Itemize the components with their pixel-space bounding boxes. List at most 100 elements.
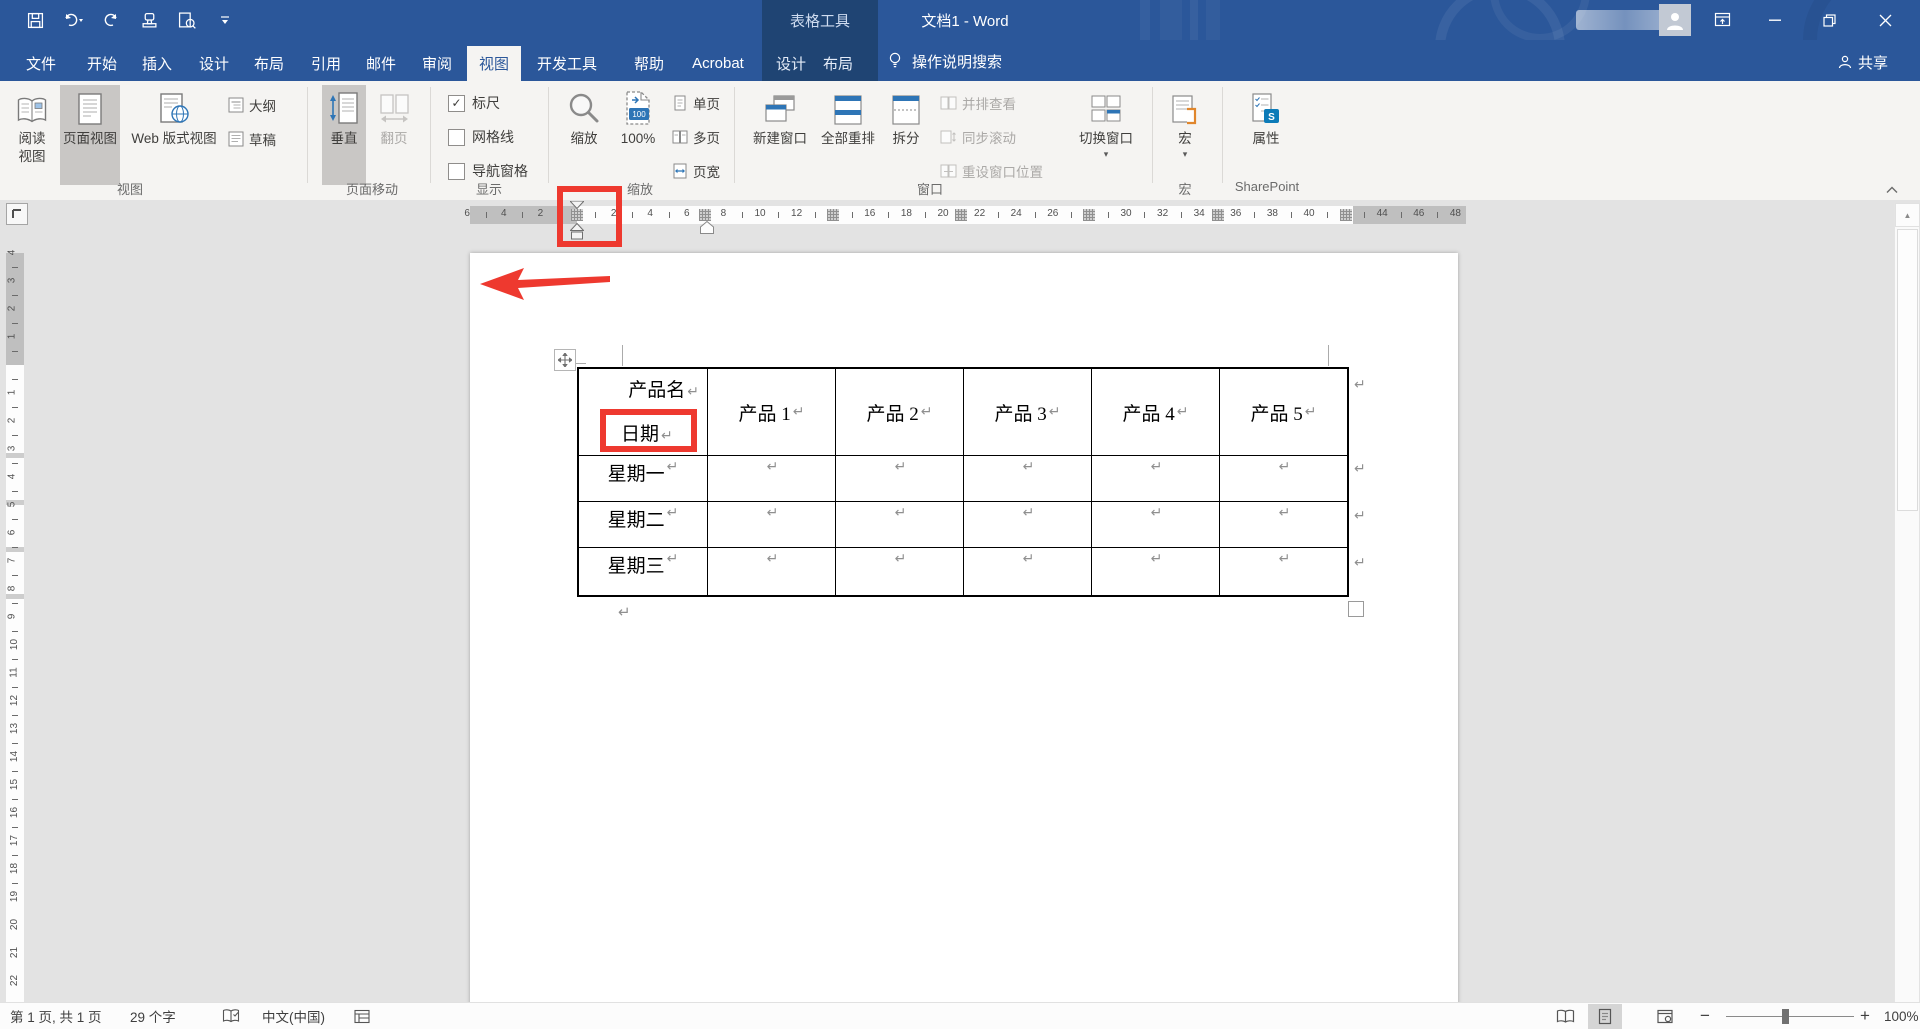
one-page-button[interactable]: 单页 (672, 93, 720, 113)
zoom-slider-handle[interactable] (1782, 1009, 1789, 1024)
avatar[interactable] (1659, 4, 1691, 36)
table-cell-empty[interactable]: ↵ (835, 456, 963, 501)
table-header-cell[interactable]: 产品 1↵ (707, 369, 835, 455)
share-button[interactable]: 共享 (1838, 48, 1888, 76)
split-button[interactable]: 拆分 (884, 85, 928, 148)
page-number-status[interactable]: 第 1 页, 共 1 页 (10, 1003, 102, 1029)
table-header-cell[interactable]: 产品 2↵ (835, 369, 963, 455)
contextual-tab-设计[interactable]: 设计 (764, 46, 818, 81)
ime-status-icon[interactable] (354, 1003, 370, 1029)
table-header-cell[interactable]: 产品 4↵ (1091, 369, 1219, 455)
tab-视图[interactable]: 视图 (467, 46, 521, 81)
collapse-ribbon-icon[interactable] (1886, 181, 1898, 199)
table-cell-empty[interactable]: ↵ (835, 502, 963, 547)
table-row-label-cell[interactable]: 星期三↵ (579, 548, 707, 595)
print-layout-view-button[interactable] (1588, 1004, 1622, 1029)
tell-me-search[interactable]: 操作说明搜索 (888, 46, 1002, 76)
zoom-in-button[interactable]: + (1860, 1003, 1870, 1029)
read-mode-view-button[interactable] (1548, 1004, 1582, 1029)
table-column-marker[interactable] (1212, 209, 1224, 221)
navigation-pane-checkbox-row[interactable]: 导航窗格 (448, 161, 528, 181)
multiple-pages-button[interactable]: 多页 (672, 127, 720, 147)
table-cell-empty[interactable]: ↵ (1091, 456, 1219, 501)
table-header-cell[interactable]: 产品 3↵ (963, 369, 1091, 455)
tab-设计[interactable]: 设计 (187, 46, 241, 81)
table-cell-empty[interactable]: ↵ (835, 548, 963, 595)
horizontal-ruler[interactable]: 6422468101214161820222426283032343638404… (0, 206, 1920, 224)
redo-icon[interactable] (100, 7, 122, 33)
tab-帮助[interactable]: 帮助 (622, 46, 676, 81)
table-cell-empty[interactable]: ↵ (1091, 502, 1219, 547)
ruler-checkbox[interactable]: ✓ (448, 95, 465, 112)
tab-邮件[interactable]: 邮件 (354, 46, 408, 81)
switch-windows-button[interactable]: 切换窗口 ▾ (1072, 85, 1140, 159)
vertical-ruler[interactable]: 432112345678910111213141516171819202122 (6, 200, 24, 1002)
sharepoint-properties-button[interactable]: S 属性 (1244, 85, 1288, 148)
tab-开发工具[interactable]: 开发工具 (525, 46, 609, 81)
table-cell-empty[interactable]: ↵ (963, 502, 1091, 547)
table-column-marker[interactable] (1340, 209, 1352, 221)
read-mode-button[interactable]: 阅读视图 (8, 85, 56, 166)
zoom-level-status[interactable]: 100% (1884, 1003, 1919, 1029)
restore-button[interactable] (1806, 0, 1852, 40)
table-column-marker[interactable] (955, 209, 967, 221)
tab-开始[interactable]: 开始 (75, 46, 129, 81)
draft-view-button[interactable]: 草稿 (228, 129, 276, 149)
table-column-marker[interactable] (699, 209, 711, 221)
table-cell-empty[interactable]: ↵ (1219, 502, 1347, 547)
print-layout-button[interactable]: 页面视图 (60, 85, 120, 185)
tab-布局[interactable]: 布局 (242, 46, 296, 81)
scrollbar-thumb[interactable] (1897, 229, 1918, 511)
page-width-button[interactable]: 页宽 (672, 161, 720, 181)
zoom-100-button[interactable]: 100 100% (612, 85, 664, 148)
customize-qat-icon[interactable] (214, 7, 236, 33)
scroll-up-icon[interactable]: ▲ (1895, 203, 1920, 227)
table-cell-empty[interactable]: ↵ (707, 548, 835, 595)
ribbon-display-options-icon[interactable] (1708, 8, 1736, 32)
table-cell-empty[interactable]: ↵ (707, 502, 835, 547)
table-resize-handle[interactable] (1348, 601, 1364, 617)
web-layout-button[interactable]: Web 版式视图 (124, 85, 224, 148)
new-window-button[interactable]: 新建窗口 (748, 85, 812, 148)
macros-button[interactable]: 宏 ▾ (1162, 85, 1208, 159)
save-icon[interactable] (24, 7, 46, 33)
tab-插入[interactable]: 插入 (130, 46, 184, 81)
table-row-label-cell[interactable]: 星期一↵ (579, 456, 707, 501)
zoom-button[interactable]: 缩放 (560, 85, 608, 148)
stamp-icon[interactable] (138, 7, 160, 33)
tab-引用[interactable]: 引用 (299, 46, 353, 81)
right-indent-marker[interactable] (700, 221, 714, 234)
vertical-scrollbar[interactable]: ▲ (1894, 203, 1919, 1002)
document-table[interactable]: 产品名↵日期↵产品 1↵产品 2↵产品 3↵产品 4↵产品 5↵星期一↵↵↵↵↵… (577, 367, 1349, 597)
print-preview-icon[interactable] (176, 7, 198, 33)
undo-icon[interactable] (62, 7, 84, 33)
close-button[interactable] (1862, 0, 1908, 40)
table-column-marker[interactable] (827, 209, 839, 221)
table-column-marker[interactable] (1083, 209, 1095, 221)
minimize-button[interactable] (1752, 0, 1798, 40)
table-header-cell[interactable]: 产品 5↵ (1219, 369, 1347, 455)
ruler-checkbox-row[interactable]: ✓ 标尺 (448, 93, 500, 113)
table-cell-empty[interactable]: ↵ (1219, 456, 1347, 501)
table-cell-empty[interactable]: ↵ (707, 456, 835, 501)
navigation-pane-checkbox[interactable] (448, 163, 465, 180)
word-count-status[interactable]: 29 个字 (130, 1003, 176, 1029)
gridlines-checkbox-row[interactable]: 网格线 (448, 127, 514, 147)
gridlines-checkbox[interactable] (448, 129, 465, 146)
tab-文件[interactable]: 文件 (14, 46, 68, 81)
table-cell-empty[interactable]: ↵ (963, 456, 1091, 501)
table-cell-empty[interactable]: ↵ (963, 548, 1091, 595)
language-status[interactable]: 中文(中国) (262, 1003, 325, 1029)
contextual-tab-布局[interactable]: 布局 (811, 46, 865, 81)
arrange-all-button[interactable]: 全部重排 (816, 85, 880, 148)
tab-Acrobat[interactable]: Acrobat (680, 46, 756, 81)
outline-view-button[interactable]: 大纲 (228, 95, 276, 115)
document-page[interactable]: 产品名↵日期↵产品 1↵产品 2↵产品 3↵产品 4↵产品 5↵星期一↵↵↵↵↵… (470, 253, 1458, 1002)
vertical-page-movement-button[interactable]: 垂直 (322, 85, 366, 185)
tab-审阅[interactable]: 审阅 (410, 46, 464, 81)
table-row-label-cell[interactable]: 星期二↵ (579, 502, 707, 547)
web-layout-view-button[interactable] (1648, 1004, 1682, 1029)
table-cell-empty[interactable]: ↵ (1091, 548, 1219, 595)
table-cell-empty[interactable]: ↵ (1219, 548, 1347, 595)
zoom-slider-track[interactable] (1726, 1016, 1854, 1017)
